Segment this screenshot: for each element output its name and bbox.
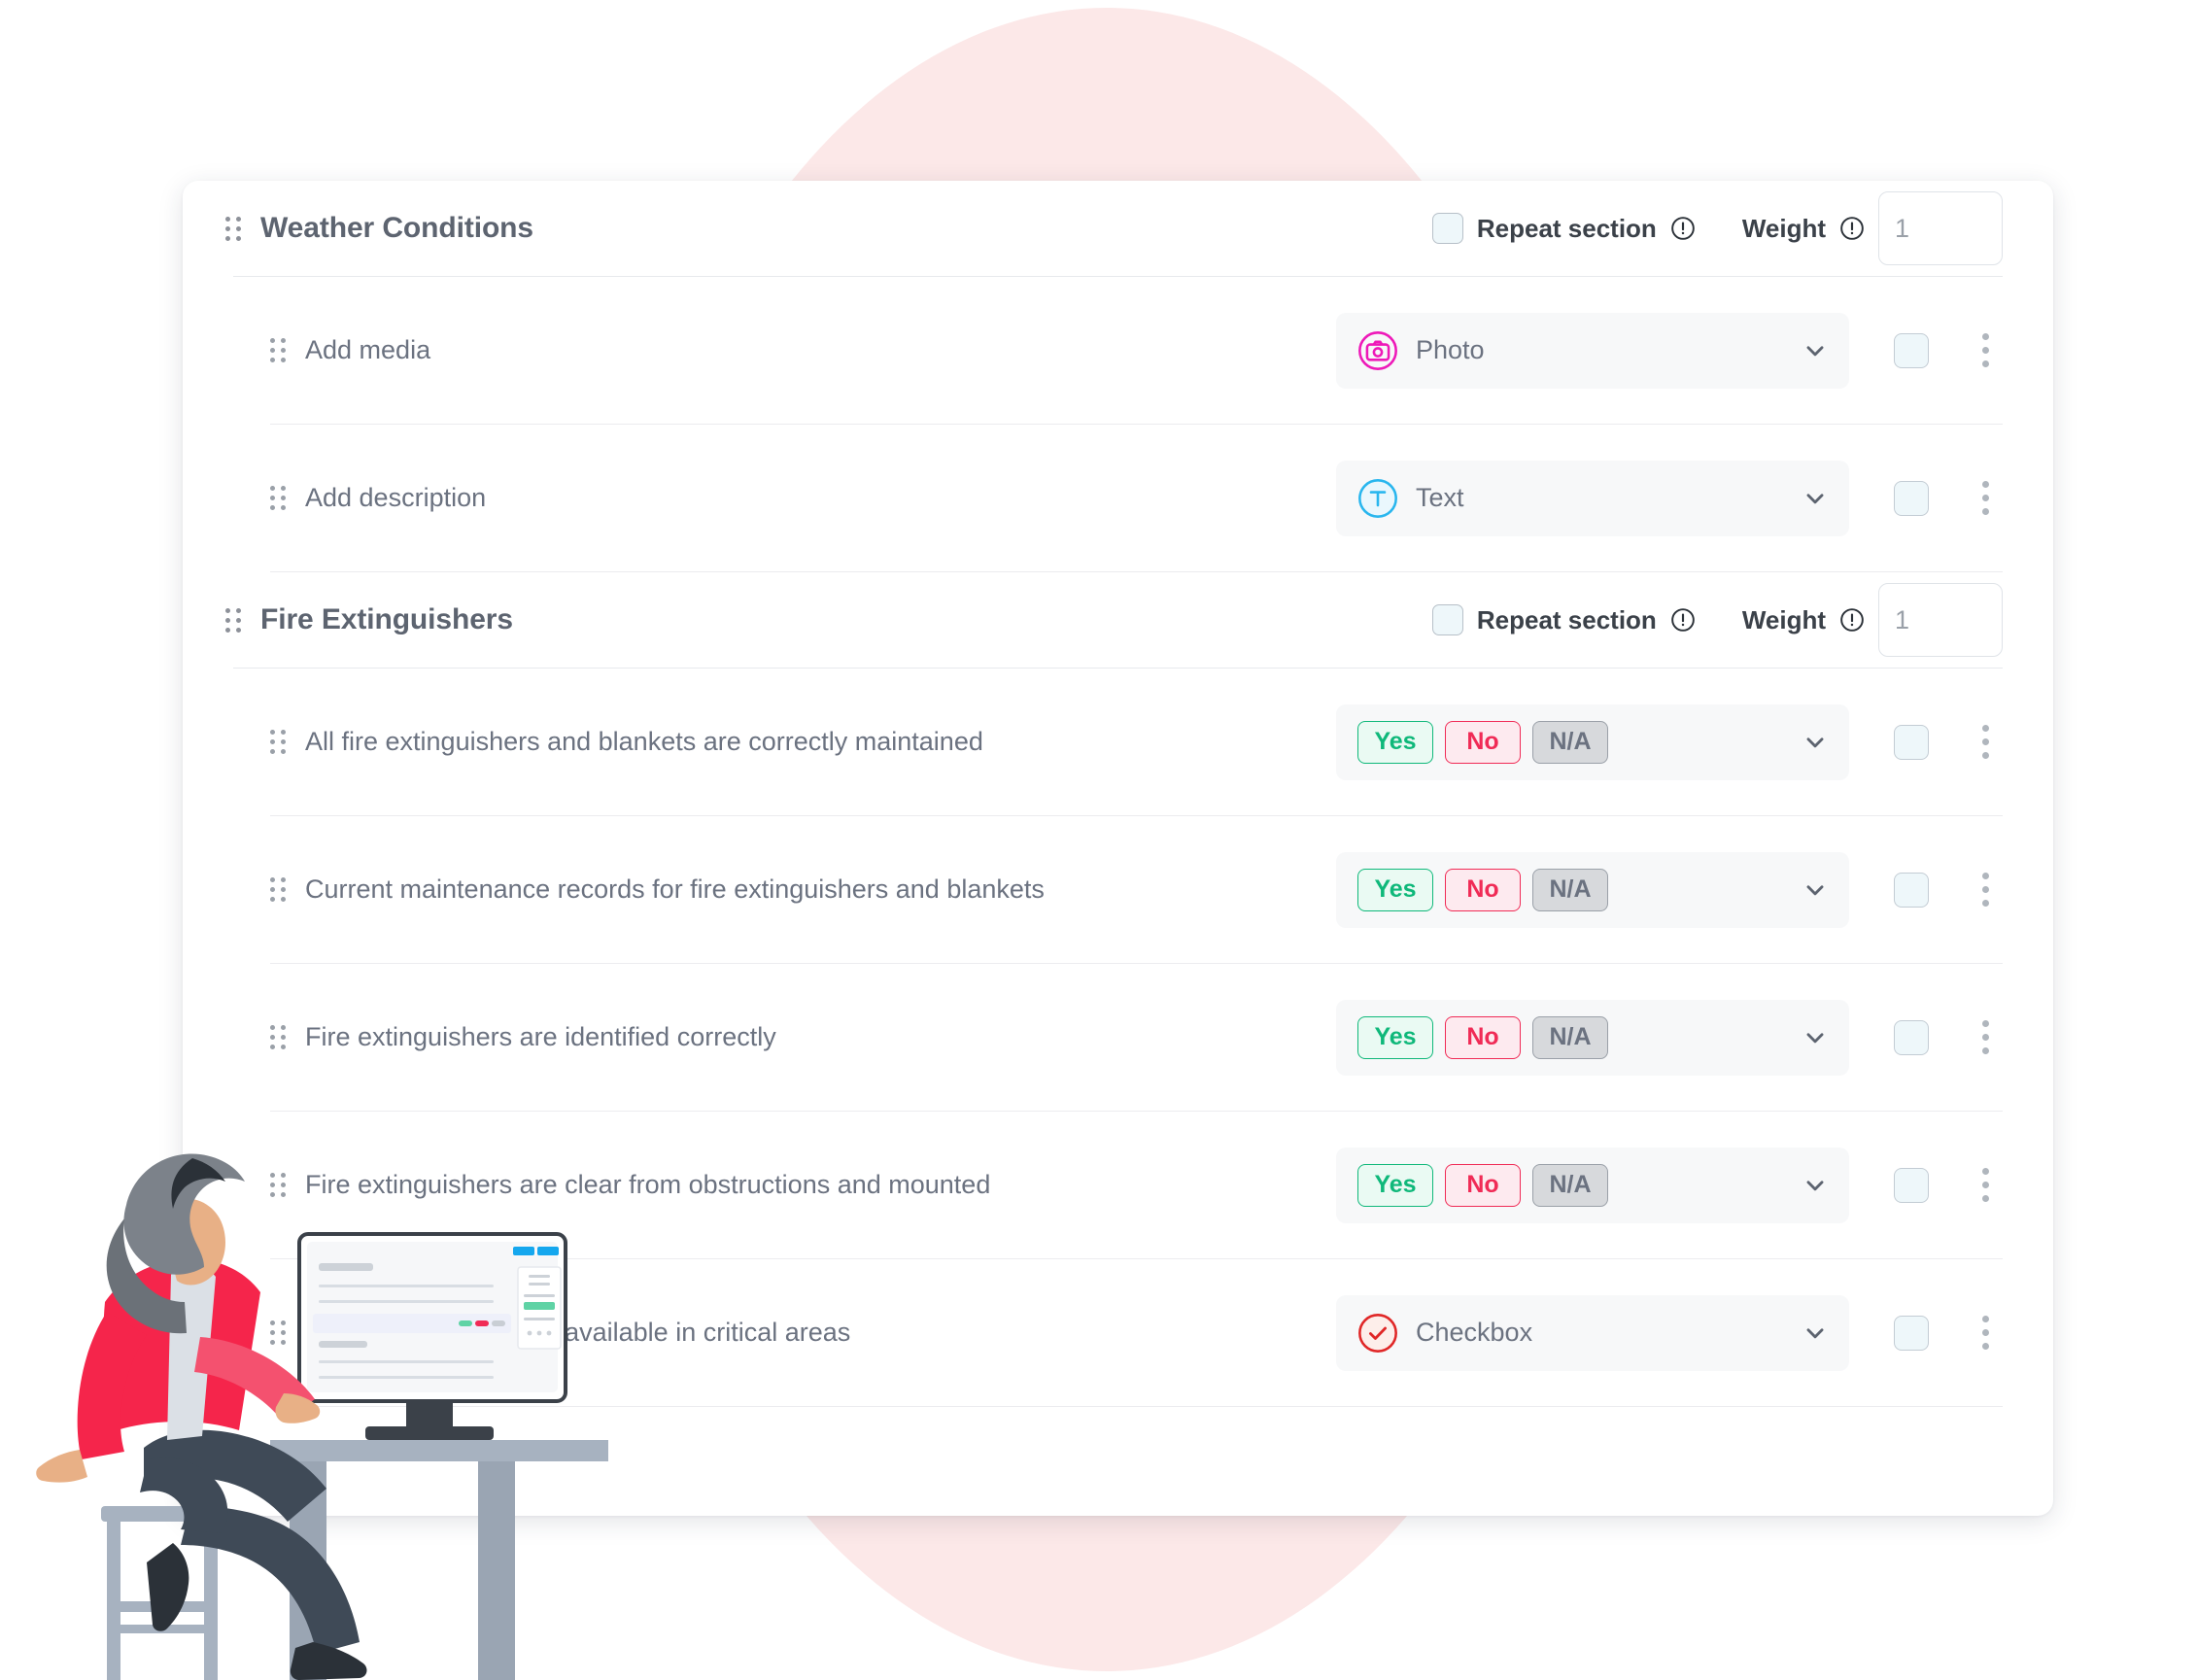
- card-content: Weather Conditions Repeat section Weight…: [183, 181, 2053, 1407]
- pill-yes[interactable]: Yes: [1357, 1163, 1433, 1207]
- weight-input[interactable]: [1879, 604, 2002, 635]
- yes-no-na-pill-group: Yes No N/A: [1357, 720, 1608, 764]
- question-required-checkbox[interactable]: [1894, 480, 1929, 516]
- more-vertical-icon[interactable]: [1968, 1316, 2003, 1350]
- question-required-checkbox[interactable]: [1894, 1167, 1929, 1203]
- weight-label: Weight: [1741, 604, 1826, 634]
- repeat-section-checkbox[interactable]: [1431, 213, 1463, 244]
- question-row[interactable]: Fire extinguishers are clear from obstru…: [233, 1112, 2003, 1258]
- response-type-select[interactable]: Photo: [1336, 312, 1849, 389]
- response-type-select[interactable]: Text: [1336, 460, 1849, 536]
- pill-na[interactable]: N/A: [1532, 1015, 1608, 1059]
- pill-yes[interactable]: Yes: [1357, 1015, 1433, 1059]
- weight-label: Weight: [1741, 213, 1826, 243]
- yes-no-na-pill-group: Yes No N/A: [1357, 1015, 1608, 1059]
- more-vertical-icon[interactable]: [1968, 481, 2003, 515]
- camera-icon: [1358, 330, 1397, 370]
- drag-handle-icon[interactable]: [270, 338, 286, 362]
- drag-handle-icon[interactable]: [225, 216, 241, 241]
- weight-info-circle-icon[interactable]: [1839, 607, 1865, 633]
- weight-input-wrapper[interactable]: [1878, 191, 2003, 265]
- chevron-down-icon[interactable]: [1802, 486, 1828, 511]
- more-vertical-icon[interactable]: [1968, 1020, 2003, 1054]
- pill-yes[interactable]: Yes: [1357, 720, 1433, 764]
- pill-no[interactable]: No: [1445, 1015, 1521, 1059]
- pill-no[interactable]: No: [1445, 1163, 1521, 1207]
- repeat-section-label: Repeat section: [1476, 213, 1657, 243]
- pill-na[interactable]: N/A: [1532, 720, 1608, 764]
- response-type-label: Checkbox: [1416, 1318, 1533, 1347]
- weight-input[interactable]: [1879, 213, 2002, 244]
- question-required-checkbox[interactable]: [1894, 332, 1929, 368]
- question-label: Fire extinguishers are clear from obstru…: [305, 1170, 991, 1199]
- chevron-down-icon[interactable]: [1802, 1320, 1828, 1346]
- text-t-icon: [1358, 478, 1397, 518]
- response-type-select[interactable]: Checkbox: [1336, 1294, 1849, 1371]
- pill-na[interactable]: N/A: [1532, 1163, 1608, 1207]
- drag-handle-icon[interactable]: [270, 1025, 286, 1049]
- question-required-checkbox[interactable]: [1894, 724, 1929, 760]
- chevron-down-icon[interactable]: [1802, 730, 1828, 755]
- response-type-select[interactable]: Yes No N/A: [1336, 703, 1849, 780]
- question-label: All fire extinguishers and blankets are …: [305, 727, 983, 756]
- question-row[interactable]: All fire extinguishers and blankets are …: [233, 669, 2003, 815]
- section-title: Fire Extinguishers: [260, 603, 513, 635]
- chevron-down-icon[interactable]: [1802, 877, 1828, 903]
- question-label: Add description: [305, 483, 487, 512]
- yes-no-na-pill-group: Yes No N/A: [1357, 1163, 1608, 1207]
- question-required-checkbox[interactable]: [1894, 872, 1929, 908]
- pill-no[interactable]: No: [1445, 720, 1521, 764]
- template-editor-card: Weather Conditions Repeat section Weight…: [183, 181, 2053, 1516]
- response-type-label: Text: [1416, 483, 1464, 512]
- response-type-select[interactable]: Yes No N/A: [1336, 1147, 1849, 1223]
- question-row[interactable]: Add media Photo: [233, 277, 2003, 424]
- chevron-down-icon[interactable]: [1802, 1173, 1828, 1198]
- drag-handle-icon[interactable]: [270, 1173, 286, 1197]
- drag-handle-icon[interactable]: [270, 1320, 286, 1345]
- question-label: Fire extinguishers are available in crit…: [305, 1318, 851, 1347]
- section-title: Weather Conditions: [260, 212, 533, 244]
- question-required-checkbox[interactable]: [1894, 1019, 1929, 1055]
- question-required-checkbox[interactable]: [1894, 1315, 1929, 1351]
- question-row[interactable]: Fire extinguishers are identified correc…: [233, 964, 2003, 1111]
- more-vertical-icon[interactable]: [1968, 873, 2003, 907]
- section-header-fire-extinguishers: Fire Extinguishers Repeat section Weight: [225, 572, 2003, 668]
- pill-no[interactable]: No: [1445, 868, 1521, 911]
- question-row[interactable]: Fire extinguishers are available in crit…: [233, 1259, 2003, 1406]
- repeat-section-label: Repeat section: [1476, 604, 1657, 634]
- stool-illustration: [101, 1506, 223, 1680]
- section-header-weather-conditions: Weather Conditions Repeat section Weight: [225, 181, 2003, 276]
- check-circle-icon: [1358, 1313, 1397, 1353]
- question-label: Current maintenance records for fire ext…: [305, 874, 1045, 904]
- row-divider: [270, 1406, 2003, 1407]
- chevron-down-icon[interactable]: [1802, 1025, 1828, 1050]
- drag-handle-icon[interactable]: [270, 877, 286, 902]
- more-vertical-icon[interactable]: [1968, 333, 2003, 367]
- section-controls: Repeat section Weight: [1431, 191, 2003, 265]
- pill-na[interactable]: N/A: [1532, 868, 1608, 911]
- response-type-select[interactable]: Yes No N/A: [1336, 999, 1849, 1076]
- drag-handle-icon[interactable]: [270, 730, 286, 754]
- more-vertical-icon[interactable]: [1968, 1168, 2003, 1202]
- question-label: Add media: [305, 335, 431, 364]
- yes-no-na-pill-group: Yes No N/A: [1357, 868, 1608, 911]
- info-circle-icon[interactable]: [1670, 216, 1696, 241]
- weight-info-circle-icon[interactable]: [1839, 216, 1865, 241]
- question-label: Fire extinguishers are identified correc…: [305, 1022, 776, 1051]
- info-circle-icon[interactable]: [1670, 607, 1696, 633]
- pill-yes[interactable]: Yes: [1357, 868, 1433, 911]
- response-type-label: Photo: [1416, 335, 1485, 364]
- weight-input-wrapper[interactable]: [1878, 583, 2003, 657]
- more-vertical-icon[interactable]: [1968, 725, 2003, 759]
- question-row[interactable]: Add description Text: [233, 425, 2003, 571]
- repeat-section-checkbox[interactable]: [1431, 604, 1463, 635]
- drag-handle-icon[interactable]: [270, 486, 286, 510]
- chevron-down-icon[interactable]: [1802, 338, 1828, 363]
- response-type-select[interactable]: Yes No N/A: [1336, 851, 1849, 928]
- section-controls: Repeat section Weight: [1431, 583, 2003, 657]
- question-row[interactable]: Current maintenance records for fire ext…: [233, 816, 2003, 963]
- drag-handle-icon[interactable]: [225, 607, 241, 633]
